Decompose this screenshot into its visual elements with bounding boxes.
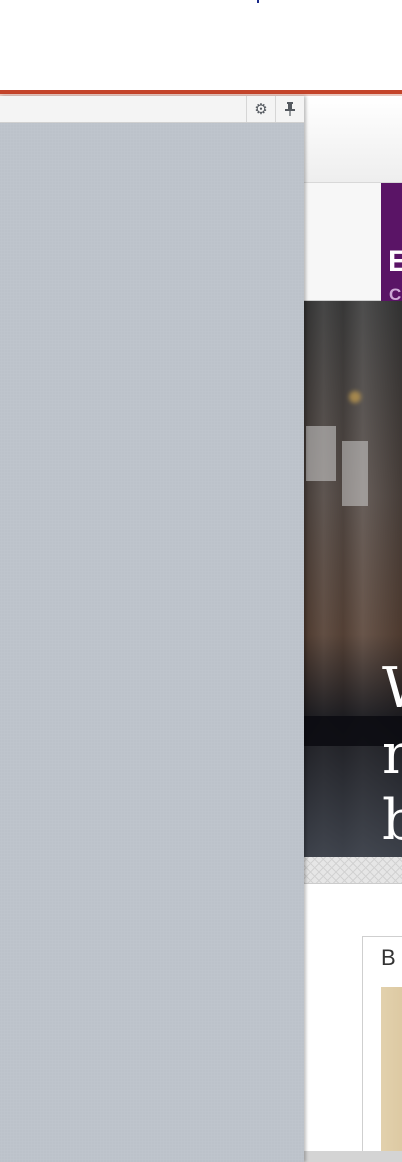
webpage-background: E C M W n b B [304,96,402,1162]
page-bottom-bar [304,1151,402,1162]
settings-button[interactable]: ⚙ [246,96,275,122]
card-title: B [381,945,396,970]
pin-button[interactable] [275,96,304,122]
content-card[interactable]: B [362,936,402,1162]
pin-icon [285,102,295,116]
link-fragment [257,0,259,3]
hero-shape [342,441,368,506]
panel-header: ⚙ [0,96,304,123]
pattern-strip [304,857,402,884]
card-image [381,987,402,1162]
side-panel: ⚙ [0,96,304,1162]
hero-headline: W n b [382,656,402,853]
logo-letter-1: E [388,245,402,278]
accent-bar [0,90,402,96]
site-header [304,96,402,183]
hero-shape [306,426,336,481]
hero-image: W n b [304,301,402,857]
browser-top-strip [0,0,402,90]
gear-icon: ⚙ [254,101,268,118]
hero-lamp [349,391,361,403]
